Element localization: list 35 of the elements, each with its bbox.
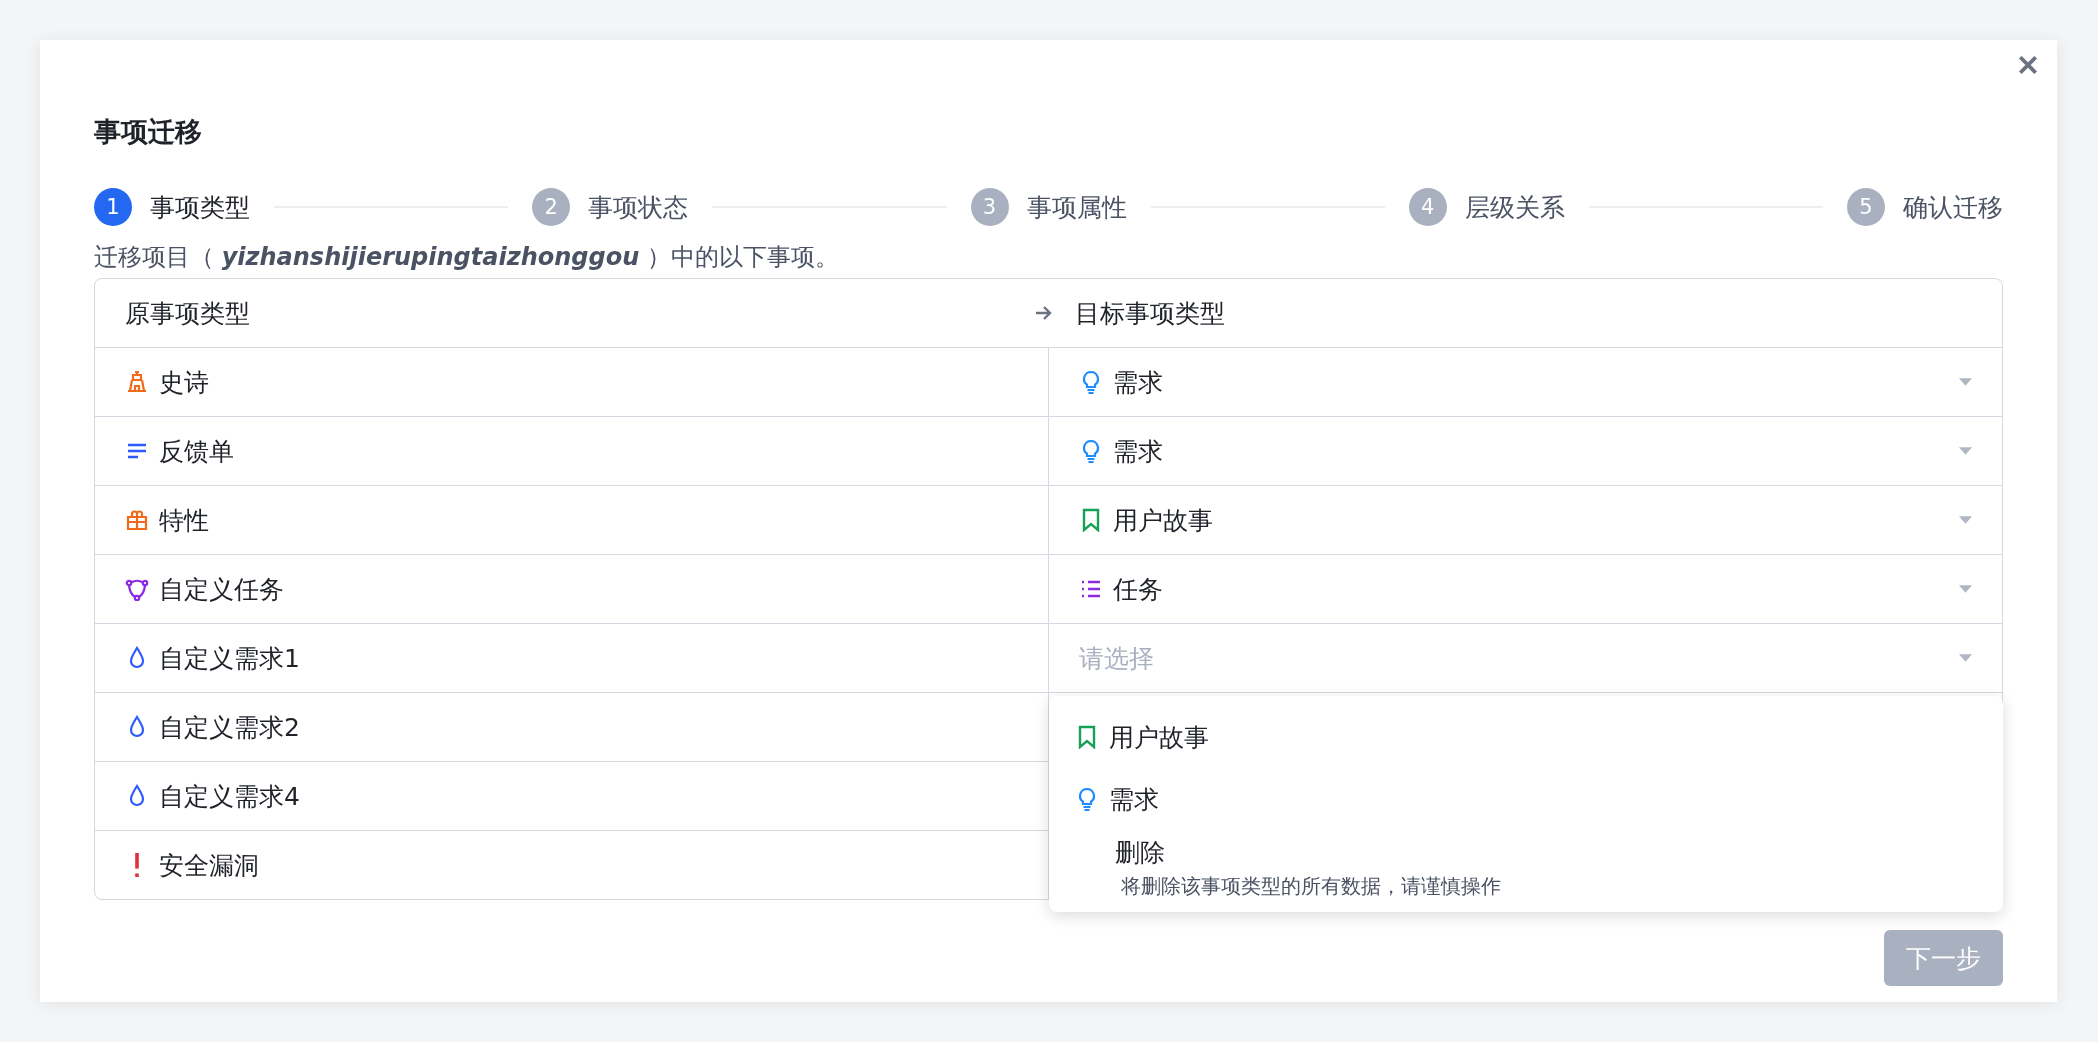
target-select[interactable]: 任务 <box>1079 555 1972 623</box>
source-type: 史诗 <box>159 366 209 399</box>
step[interactable]: 1 事项类型 <box>94 188 250 226</box>
caret-icon <box>1959 447 1972 455</box>
source-type: 特性 <box>159 504 209 537</box>
arrow-icon <box>1034 305 1053 321</box>
dialog-title: 事项迁移 <box>94 115 202 149</box>
step[interactable]: 5 确认迁移 <box>1847 188 2003 226</box>
dropdown-option[interactable]: 用户故事 <box>1048 706 2003 768</box>
exclamation-icon <box>135 853 139 877</box>
caret-icon <box>1959 378 1972 386</box>
source-type: 安全漏洞 <box>159 849 259 882</box>
nodes-icon <box>125 577 149 601</box>
dropdown-option[interactable]: 删除 将删除该事项类型的所有数据，请谨慎操作 <box>1048 830 2003 904</box>
source-type: 自定义需求1 <box>159 642 300 675</box>
step[interactable]: 2 事项状态 <box>532 188 689 226</box>
target-select[interactable]: 用户故事 <box>1079 486 1972 554</box>
column-header: 目标事项类型 <box>1074 297 1225 330</box>
source-type: 自定义任务 <box>159 573 284 606</box>
column-header: 原事项类型 <box>125 297 250 330</box>
caret-icon <box>1959 654 1972 662</box>
source-type: 自定义需求4 <box>159 780 300 813</box>
step[interactable]: 4 层级关系 <box>1408 188 1565 226</box>
source-type: 反馈单 <box>159 435 234 468</box>
description-text: 迁移项目（ yizhanshijierupingtaizhonggou ）中的以下事项。 <box>94 242 839 273</box>
step[interactable]: 3 事项属性 <box>970 188 1127 226</box>
target-select[interactable]: 需求 <box>1079 348 1972 416</box>
dropdown-option[interactable]: 需求 <box>1048 768 2003 830</box>
close-icon[interactable] <box>2017 54 2039 76</box>
source-type: 自定义需求2 <box>159 711 300 744</box>
caret-icon <box>1959 585 1972 593</box>
caret-icon <box>1959 516 1972 524</box>
tower-icon <box>125 370 149 394</box>
gift-icon <box>125 508 149 532</box>
target-select[interactable]: 需求 <box>1079 417 1972 485</box>
